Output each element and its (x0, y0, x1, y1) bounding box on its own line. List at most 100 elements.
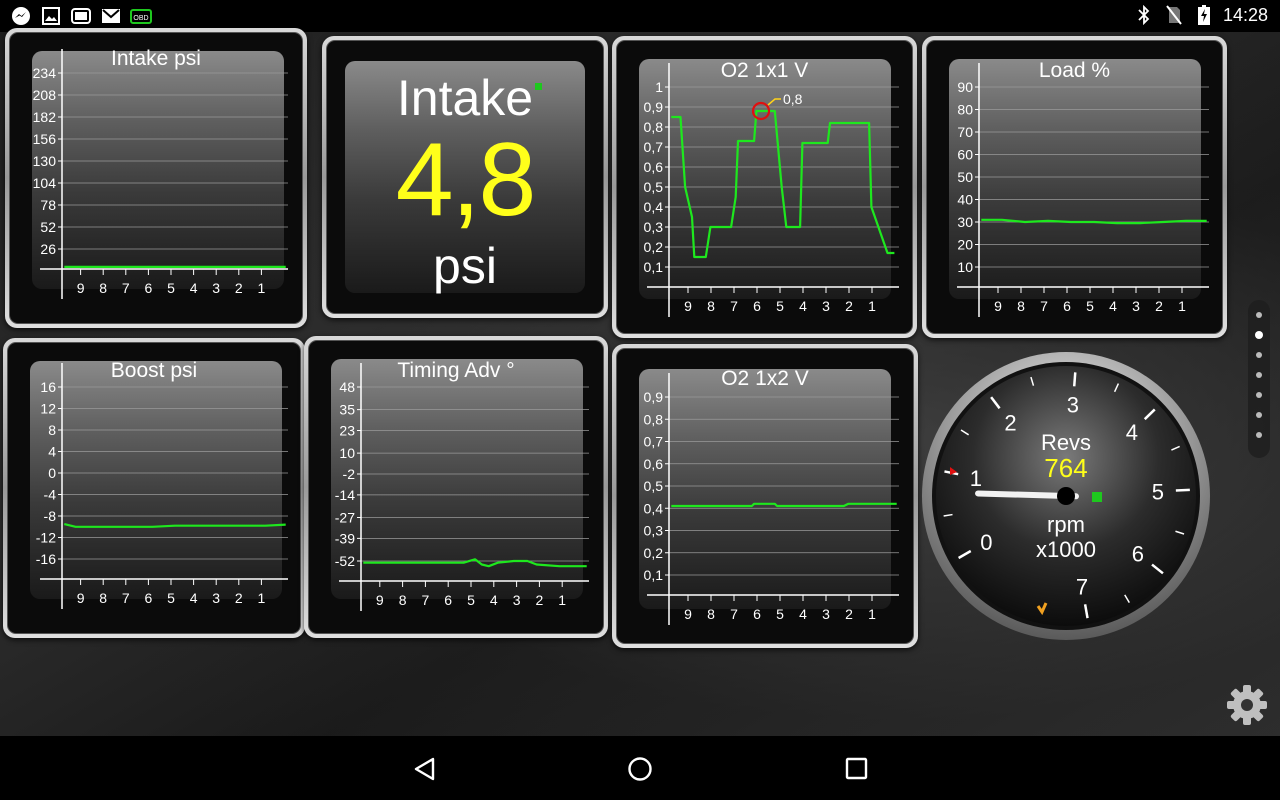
x-tick-label: 6 (753, 606, 761, 622)
x-tick-label: 1 (258, 590, 266, 606)
intake-digital-gauge[interactable]: Intake 4,8 psi (322, 36, 608, 318)
y-tick-label: 20 (957, 237, 973, 253)
x-tick-label: 2 (235, 280, 243, 296)
page-dot[interactable] (1256, 432, 1262, 438)
no-sim-icon (1163, 4, 1185, 26)
x-tick-label: 3 (822, 298, 830, 314)
gauge-tick-label: 1 (970, 466, 982, 491)
x-tick-label: 7 (1040, 298, 1048, 314)
y-tick-label: 104 (33, 175, 57, 191)
y-tick-label: 10 (339, 445, 355, 461)
y-tick-label: -12 (36, 530, 56, 546)
digital-gauge-value: 4,8 (395, 122, 537, 238)
x-tick-label: 9 (376, 592, 384, 608)
y-tick-label: -4 (44, 487, 57, 503)
home-icon[interactable] (625, 754, 655, 784)
x-tick-label: 5 (467, 592, 475, 608)
messenger-icon[interactable] (10, 5, 32, 27)
load-graph-tile[interactable]: Load % 90 80 70 60 50 40 30 20 10 9 8 7 6 5 4 3 2 1 (922, 36, 1227, 338)
x-tick-label: 4 (799, 606, 807, 622)
boost-graph-tile[interactable]: Boost psi 16 12 8 4 0 -4 -8 -12 -16 9 8 7 6 5 4 3 2 1 (3, 338, 305, 638)
y-tick-label: 0,9 (644, 389, 664, 405)
timing-graph-tile[interactable]: Timing Adv ° 48 35 23 10 -2 -14 -27 -39 -52 9 8 7 6 5… (304, 336, 608, 638)
x-tick-label: 3 (1132, 298, 1140, 314)
y-tick-label: 0,3 (644, 219, 664, 235)
page-dot[interactable] (1256, 372, 1262, 378)
series-line (981, 218, 1207, 225)
x-tick-label: 4 (799, 298, 807, 314)
x-tick-label: 2 (1155, 298, 1163, 314)
y-tick-label: -8 (44, 508, 57, 524)
x-tick-label: 6 (444, 592, 452, 608)
gauge-tick (1175, 488, 1190, 492)
back-icon[interactable] (410, 754, 440, 784)
x-tick-label: 8 (99, 280, 107, 296)
page-dot[interactable] (1255, 331, 1263, 339)
x-tick-label: 3 (212, 280, 220, 296)
x-tick-label: 3 (822, 606, 830, 622)
y-tick-label: 0,5 (644, 179, 664, 195)
y-tick-label: 0,2 (644, 239, 664, 255)
x-tick-label: 3 (513, 592, 521, 608)
gauge-value: 764 (1044, 453, 1087, 483)
y-tick-label: 130 (33, 153, 57, 169)
o2-1x1-graph-tile[interactable]: O2 1x1 V 1 0,9 0,8 0,7 0,6 0,5 0,4 0,3 0,2 0,1 9 8 7… (612, 36, 917, 338)
y-tick-label: 0,9 (644, 99, 664, 115)
x-tick-label: 5 (776, 606, 784, 622)
x-tick-label: 2 (536, 592, 544, 608)
x-tick-label: 1 (1178, 298, 1186, 314)
x-tick-label: 6 (753, 298, 761, 314)
y-tick-label: 70 (957, 124, 973, 140)
page-dot[interactable] (1256, 412, 1262, 418)
y-tick-label: -2 (343, 466, 356, 482)
gear-icon[interactable] (1224, 682, 1270, 728)
x-tick-label: 9 (77, 590, 85, 606)
x-tick-label: 8 (399, 592, 407, 608)
obd-icon[interactable]: OBD (130, 5, 152, 27)
o2-1x2-chart: 0,9 0,8 0,7 0,6 0,5 0,4 0,3 0,2 0,1 9 8 7 6 5 4 3 2 1 (644, 373, 899, 625)
gauge-tick-label: 4 (1126, 420, 1138, 445)
x-tick-label: 5 (776, 298, 784, 314)
recents-icon[interactable] (842, 754, 872, 784)
series-line (671, 502, 897, 508)
o2-1x2-graph-tile[interactable]: O2 1x2 V 0,9 0,8 0,7 0,6 0,5 0,4 0,3 0,2 0,1 9 8 7 6… (612, 344, 918, 648)
y-tick-label: 0,6 (644, 456, 664, 472)
y-tick-label: 78 (40, 197, 56, 213)
marker-leader (767, 98, 781, 106)
y-tick-label: -14 (335, 487, 355, 503)
clock: 14:28 (1222, 4, 1268, 25)
x-tick-label: 7 (122, 590, 130, 606)
y-tick-label: 50 (957, 169, 973, 185)
page-dot[interactable] (1256, 352, 1262, 358)
intake-graph-tile[interactable]: Intake psi 234 208 182 156 130 104 78 52 26 9 8 7 6 5… (5, 28, 307, 328)
y-tick-label: 60 (957, 147, 973, 163)
y-tick-label: 10 (957, 259, 973, 275)
x-tick-label: 5 (167, 590, 175, 606)
gauge-tick-label: 2 (1004, 411, 1016, 436)
obd-badge-text: OBD (133, 15, 148, 22)
bluetooth-icon (1133, 4, 1155, 26)
gmail-icon[interactable] (100, 5, 122, 27)
x-tick-label: 4 (490, 592, 498, 608)
gauge-tick-label: 5 (1152, 479, 1164, 504)
x-tick-label: 1 (868, 298, 876, 314)
x-tick-label: 4 (190, 280, 198, 296)
x-tick-label: 6 (1063, 298, 1071, 314)
tv-icon[interactable] (70, 5, 92, 27)
gallery-icon[interactable] (40, 5, 62, 27)
revs-gauge[interactable]: 0 1 2 3 4 5 6 7 Revs 764 rpm x1000 (920, 350, 1212, 642)
x-tick-label: 1 (258, 280, 266, 296)
y-tick-label: 1 (655, 79, 663, 95)
page-dot[interactable] (1256, 312, 1262, 318)
x-tick-label: 9 (684, 298, 692, 314)
page-indicator[interactable] (1248, 300, 1270, 458)
page-dot[interactable] (1256, 392, 1262, 398)
x-tick-label: 1 (868, 606, 876, 622)
x-tick-label: 8 (707, 298, 715, 314)
gauge-tick-label: 6 (1132, 541, 1144, 566)
x-tick-label: 7 (730, 298, 738, 314)
load-chart: 90 80 70 60 50 40 30 20 10 9 8 7 6 5 4 3 2 1 (957, 63, 1209, 317)
y-tick-label: 26 (40, 241, 56, 257)
needle-hub (1057, 487, 1075, 505)
x-tick-label: 5 (1086, 298, 1094, 314)
